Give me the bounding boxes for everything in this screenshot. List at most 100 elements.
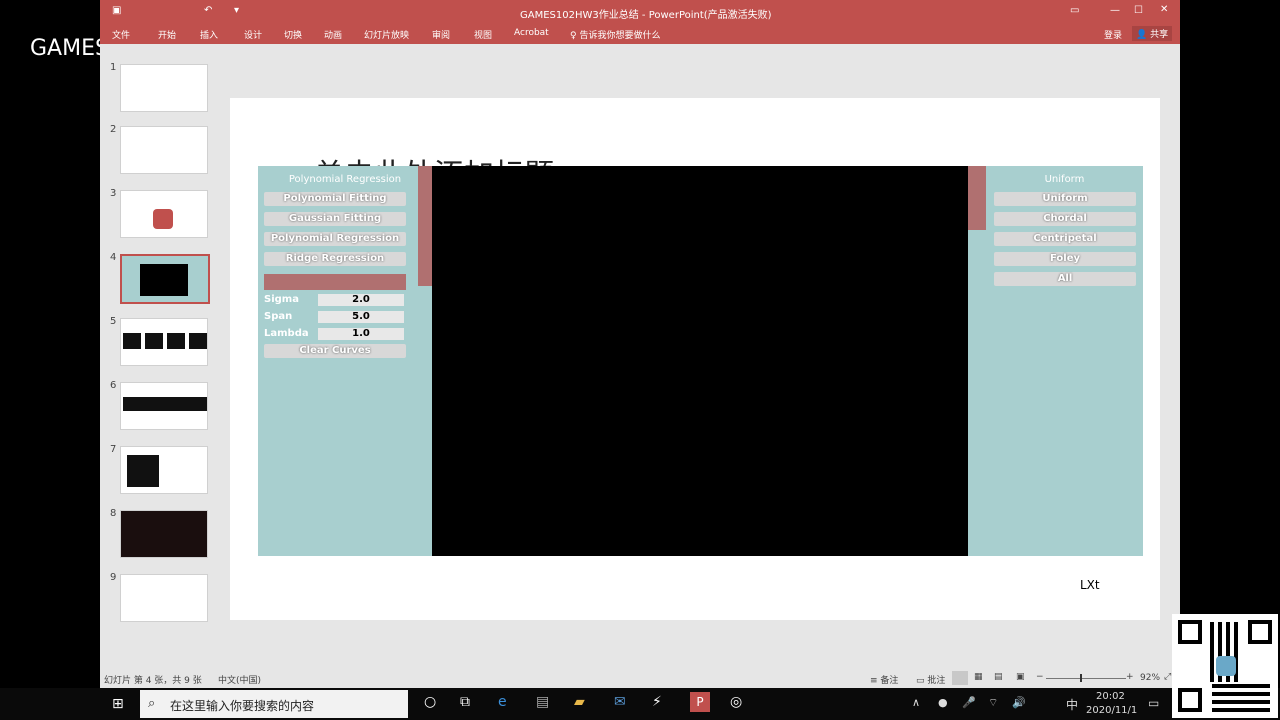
ime-indicator[interactable]: 中	[1066, 696, 1078, 713]
tab-home[interactable]: 开始	[158, 28, 176, 41]
tab-review[interactable]: 审阅	[432, 28, 450, 41]
acrobat-icon[interactable]: ⚡	[652, 694, 662, 710]
powerpoint-window: ▣ ↶ ▾ GAMES102HW3作业总结 - PowerPoint(产品激活失…	[100, 0, 1180, 688]
slide-thumbnail-7[interactable]	[120, 446, 208, 494]
slide-thumbnail-3[interactable]	[120, 190, 208, 238]
sigma-field: 2.0	[318, 294, 404, 306]
zoom-thumb[interactable]	[1080, 674, 1082, 682]
save-icon[interactable]: ▣	[112, 5, 121, 16]
volume-icon[interactable]: 🔊	[1012, 696, 1026, 709]
sorter-view-icon[interactable]: ▦	[974, 672, 983, 682]
uniform-button: Uniform	[994, 192, 1136, 206]
slide-thumbnail-9[interactable]	[120, 574, 208, 622]
fit-slide-icon[interactable]: ⤢	[1164, 672, 1171, 682]
comments-button[interactable]: ▭ 批注	[916, 673, 945, 686]
drawing-canvas	[432, 166, 968, 556]
dropdown-icon[interactable]: ▾	[234, 5, 239, 16]
ribbon-options-icon[interactable]: ▭	[1070, 5, 1079, 16]
tab-view[interactable]: 视图	[474, 28, 492, 41]
tab-design[interactable]: 设计	[244, 28, 262, 41]
tab-animations[interactable]: 动画	[324, 28, 342, 41]
tab-file[interactable]: 文件	[112, 28, 130, 41]
edge-icon[interactable]: e	[498, 694, 507, 710]
chrome-icon[interactable]: ◎	[730, 694, 742, 710]
all-button: All	[994, 272, 1136, 286]
chordal-button: Chordal	[994, 212, 1136, 226]
language-indicator[interactable]: 中文(中国)	[218, 673, 261, 686]
right-panel-header: Uniform	[1044, 174, 1085, 185]
thumb-number: 1	[110, 62, 117, 73]
tray-icon[interactable]: ●	[938, 696, 948, 709]
app-screenshot-image[interactable]: Polynomial Regression Polynomial Fitting…	[258, 166, 1143, 556]
notes-button[interactable]: ≡ 备注	[870, 673, 898, 686]
tell-me-search[interactable]: ♀ 告诉我你想要做什么	[570, 28, 660, 41]
share-button[interactable]: 👤 共享	[1132, 26, 1173, 41]
minimize-icon[interactable]: —	[1110, 5, 1120, 16]
tab-transitions[interactable]: 切换	[284, 28, 302, 41]
left-color-strip	[418, 166, 432, 286]
gaussian-fitting-button: Gaussian Fitting	[264, 212, 406, 226]
reading-view-icon[interactable]: ▤	[994, 672, 1003, 682]
polynomial-fitting-button: Polynomial Fitting	[264, 192, 406, 206]
foley-button: Foley	[994, 252, 1136, 266]
network-icon[interactable]: ⌔	[988, 696, 998, 710]
slide-thumbnail-4[interactable]	[120, 254, 210, 304]
slide-thumbnail-6[interactable]	[120, 382, 208, 430]
zoom-out-icon[interactable]: −	[1036, 672, 1044, 682]
normal-view-icon[interactable]	[952, 671, 968, 685]
slide-thumbnail-2[interactable]	[120, 126, 208, 174]
polynomial-regression-button: Polynomial Regression	[264, 232, 406, 246]
thumb-number: 9	[110, 572, 117, 583]
ridge-regression-button: Ridge Regression	[264, 252, 406, 266]
thumb-number: 3	[110, 188, 117, 199]
signin-link[interactable]: 登录	[1104, 28, 1122, 41]
qr-code	[1172, 614, 1278, 718]
right-control-panel: Uniform Uniform Chordal Centripetal Fole…	[986, 166, 1143, 556]
clock-time[interactable]: 20:02	[1096, 691, 1125, 702]
slide-thumbnail-1[interactable]	[120, 64, 208, 112]
hexagon-shape	[153, 209, 173, 229]
tab-insert[interactable]: 插入	[200, 28, 218, 41]
task-view-icon[interactable]: ⧉	[460, 694, 470, 710]
thumb-canvas	[140, 264, 188, 296]
file-explorer-icon[interactable]: ▰	[574, 694, 585, 710]
notification-icon[interactable]: ▭	[1148, 696, 1159, 710]
app-icon[interactable]: ▤	[536, 694, 549, 710]
color-bar	[264, 274, 406, 290]
span-label: Span	[264, 311, 293, 322]
slide-thumbnail-5[interactable]	[120, 318, 208, 366]
slide-counter: 幻灯片 第 4 张，共 9 张	[104, 676, 202, 686]
maximize-icon[interactable]: ☐	[1134, 5, 1143, 16]
zoom-in-icon[interactable]: +	[1126, 672, 1134, 682]
thumb-number: 4	[110, 252, 117, 263]
thumb-number: 5	[110, 316, 117, 327]
clock-date[interactable]: 2020/11/1	[1086, 705, 1137, 716]
zoom-level[interactable]: 92%	[1140, 673, 1160, 683]
powerpoint-taskbar-icon[interactable]: P	[690, 692, 710, 712]
slide-canvas[interactable]: 单击此处添加标题 Polynomial Regression Polynomia…	[230, 98, 1160, 620]
tab-slideshow[interactable]: 幻灯片放映	[364, 28, 409, 41]
windows-start-icon[interactable]: ⊞	[112, 696, 124, 712]
thumb-number: 2	[110, 124, 117, 135]
cortana-icon[interactable]: ○	[424, 694, 436, 710]
search-placeholder: 在这里输入你要搜索的内容	[170, 699, 315, 713]
close-icon[interactable]: ✕	[1160, 4, 1168, 15]
ribbon-tabs: 文件 开始 插入 设计 切换 动画 幻灯片放映 审阅 视图 Acrobat ♀ …	[100, 24, 1180, 44]
status-bar: 幻灯片 第 4 张，共 9 张 中文(中国) ≡ 备注 ▭ 批注 ▦ ▤ ▣ −…	[100, 670, 1180, 688]
right-color-strip	[968, 166, 986, 230]
slideshow-view-icon[interactable]: ▣	[1016, 672, 1025, 682]
zoom-slider[interactable]	[1046, 678, 1126, 679]
span-field: 5.0	[318, 311, 404, 323]
taskbar-search-box[interactable]: ⌕ 在这里输入你要搜索的内容	[140, 690, 408, 718]
mail-icon[interactable]: ✉	[614, 694, 626, 710]
author-text[interactable]: LXt	[1080, 578, 1100, 592]
slide-thumbnail-8[interactable]	[120, 510, 208, 558]
tray-chevron-icon[interactable]: ∧	[912, 696, 920, 709]
window-title: GAMES102HW3作业总结 - PowerPoint(产品激活失败)	[520, 10, 772, 21]
title-bar: ▣ ↶ ▾ GAMES102HW3作业总结 - PowerPoint(产品激活失…	[100, 0, 1180, 24]
thumb-number: 8	[110, 508, 117, 519]
clear-curves-button: Clear Curves	[264, 344, 406, 358]
undo-icon[interactable]: ↶	[204, 5, 212, 16]
tab-acrobat[interactable]: Acrobat	[514, 28, 549, 38]
microphone-icon[interactable]: 🎤	[962, 696, 976, 709]
